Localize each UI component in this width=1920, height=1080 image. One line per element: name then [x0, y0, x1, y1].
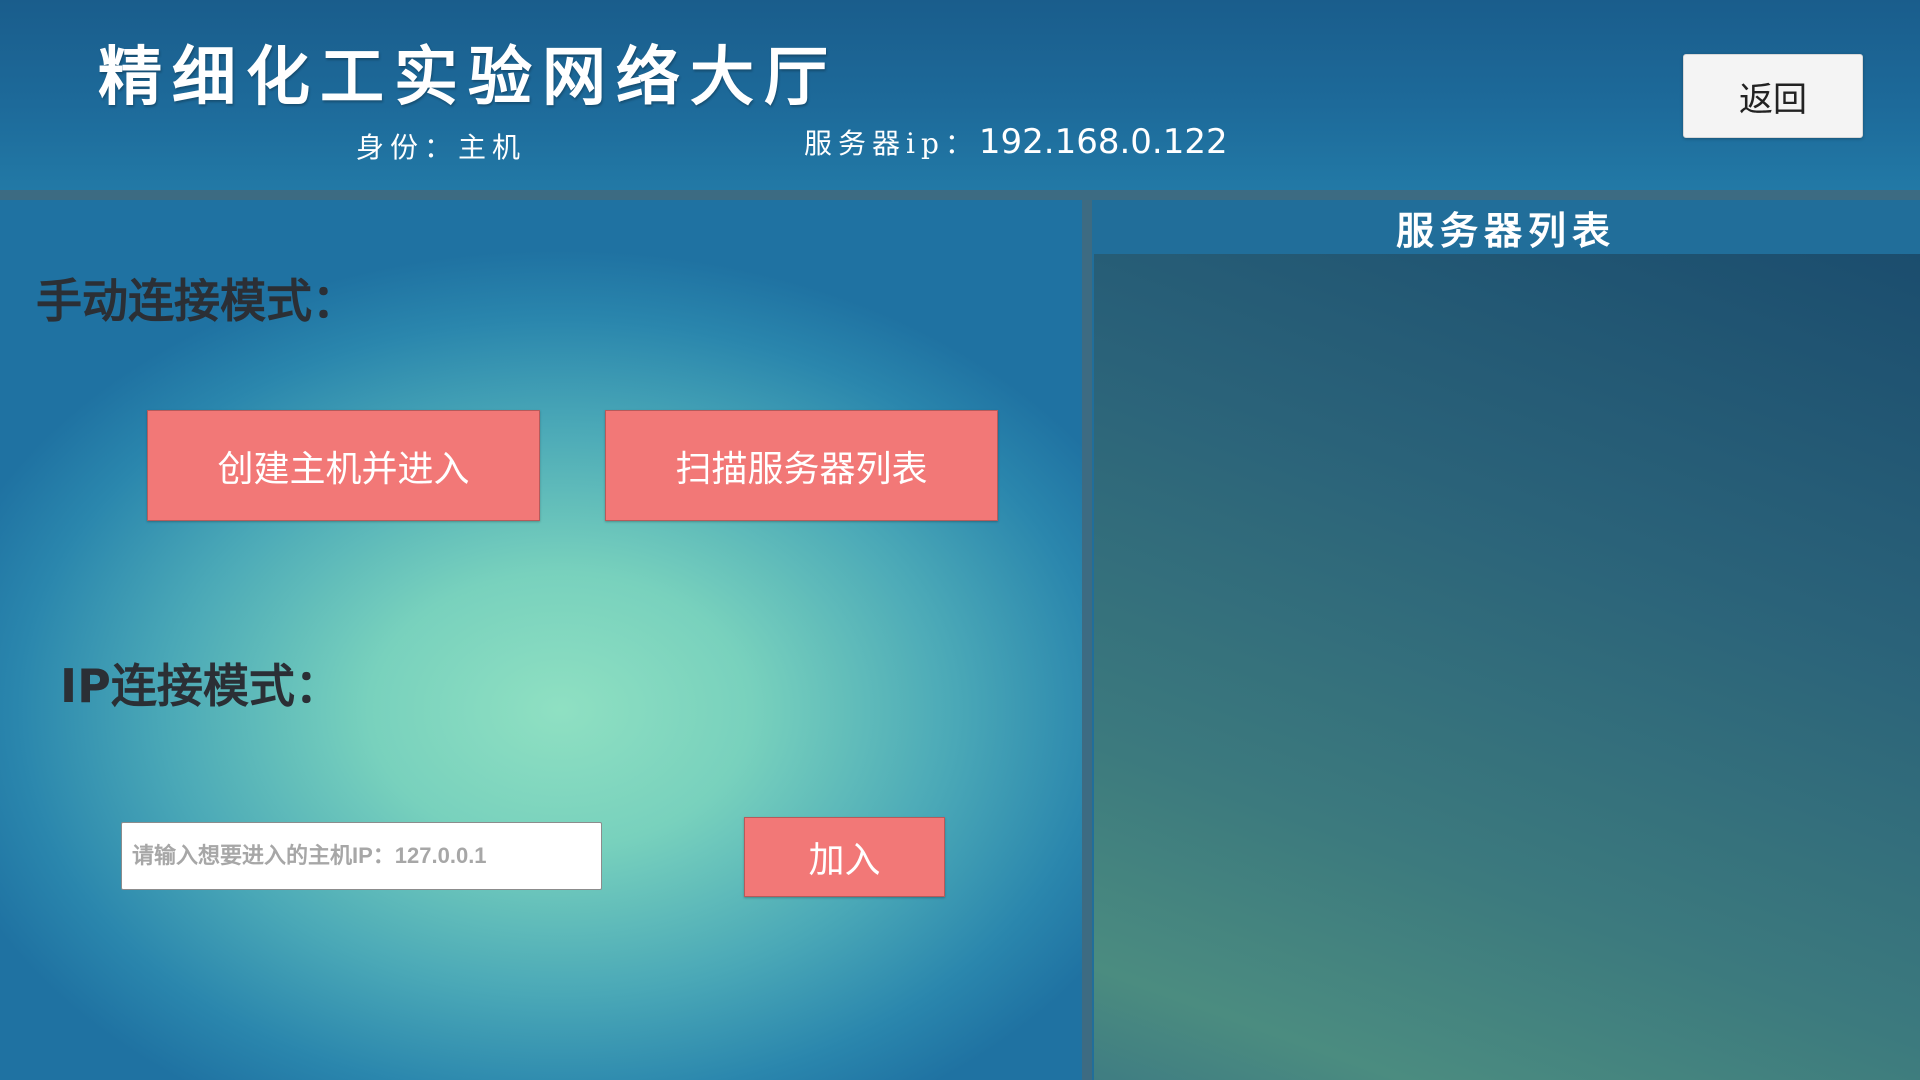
header: 精细化工实验网络大厅 身份：主机 服务器ip：192.168.0.122 返回 [0, 0, 1920, 190]
connection-panel: 手动连接模式： 创建主机并进入 扫描服务器列表 IP连接模式： 加入 [0, 200, 1082, 1080]
host-ip-input[interactable] [121, 822, 602, 890]
ip-mode-label: IP连接模式： [60, 659, 341, 713]
app-title: 精细化工实验网络大厅 [98, 40, 838, 115]
create-host-button[interactable]: 创建主机并进入 [147, 410, 540, 521]
scan-server-list-button[interactable]: 扫描服务器列表 [605, 410, 998, 521]
server-list-title: 服务器列表 [1395, 208, 1616, 253]
network-lobby-screen: 精细化工实验网络大厅 身份：主机 服务器ip：192.168.0.122 返回 … [0, 0, 1920, 1080]
server-ip-label: 服务器ip： [804, 127, 979, 160]
identity-label: 身份：主机 [356, 131, 527, 164]
server-list[interactable] [1094, 254, 1920, 1080]
server-ip-display: 服务器ip：192.168.0.122 [804, 122, 1228, 162]
server-ip-value: 192.168.0.122 [978, 122, 1228, 162]
join-button[interactable]: 加入 [744, 817, 945, 897]
panel-divider [1082, 200, 1092, 1080]
manual-mode-label: 手动连接模式： [36, 274, 358, 328]
back-button[interactable]: 返回 [1683, 54, 1863, 138]
server-list-panel: 服务器列表 [1092, 200, 1920, 1080]
header-divider [0, 190, 1920, 200]
